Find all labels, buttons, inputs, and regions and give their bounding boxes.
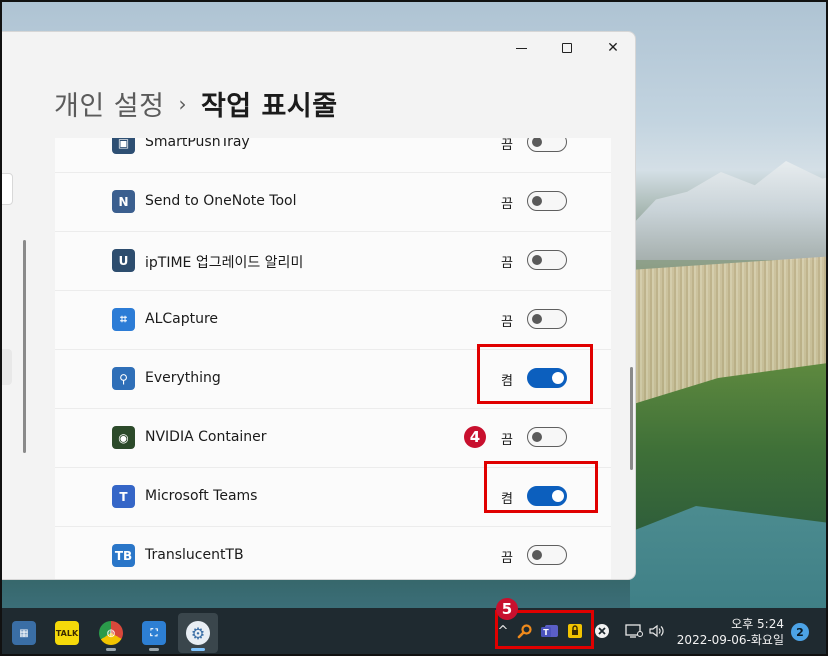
display-icon[interactable] — [625, 622, 643, 640]
notification-badge[interactable]: 2 — [791, 623, 809, 641]
annotation-box-teams — [484, 461, 598, 513]
taskbar-app-button[interactable]: TALK — [47, 613, 87, 653]
wallpaper-mountains — [630, 161, 828, 260]
annotation-step-4: 4 — [464, 426, 486, 448]
app-row: N Send to OneNote Tool 끔 — [55, 173, 611, 232]
app-name-label: Microsoft Teams — [145, 488, 258, 504]
calculator-icon: ▦ — [12, 621, 36, 645]
volume-icon[interactable] — [648, 622, 666, 640]
toggle-state-label: 끔 — [501, 197, 513, 212]
toggle-knob — [532, 550, 542, 560]
app-name-label: NVIDIA Container — [145, 429, 267, 445]
minimize-icon — [515, 47, 527, 49]
breadcrumb-separator-icon: › — [178, 91, 187, 116]
toggle-knob — [532, 138, 542, 147]
taskbar-clock[interactable]: 오후 5:24 2022-09-06-화요일 — [676, 616, 784, 648]
onenote-tool-icon: N — [112, 190, 135, 213]
close-button[interactable]: ✕ — [590, 32, 635, 64]
taskbar-app-button[interactable]: ⛶ — [134, 613, 174, 653]
minimize-button[interactable] — [498, 32, 544, 64]
page-title: 작업 표시줄 — [200, 91, 338, 122]
app-name-label: Send to OneNote Tool — [145, 193, 297, 209]
smartpush-icon: ▣ — [112, 138, 135, 154]
app-toggle-switch[interactable] — [527, 191, 567, 211]
toggle-state-label: 끔 — [501, 315, 513, 330]
app-row: UipTIME 업그레이드 알리미 끔 — [55, 232, 611, 291]
running-indicator — [106, 648, 116, 651]
close-circle-icon[interactable] — [593, 622, 611, 640]
app-row: ▣ SmartPushTray 끔 — [55, 138, 611, 173]
toggle-state-label: 끔 — [501, 256, 513, 271]
sidebar-scrollbar[interactable] — [23, 240, 26, 453]
close-icon: ✕ — [607, 40, 619, 56]
settings-gear-icon: ⚙ — [186, 621, 210, 645]
everything-icon: ⚲ — [112, 367, 135, 390]
nvidia-icon: ◉ — [112, 426, 135, 449]
running-indicator — [149, 648, 159, 651]
capture-app-icon: ⛶ — [142, 621, 166, 645]
app-toggle-switch[interactable] — [527, 309, 567, 329]
app-name-label: Everything — [145, 370, 221, 386]
clock-time: 오후 5:24 — [731, 617, 784, 631]
breadcrumb-parent[interactable]: 개인 설정 — [54, 84, 164, 123]
content-scrollbar[interactable] — [630, 367, 633, 470]
iptime-icon: U — [112, 249, 135, 272]
toggle-state-label: 끔 — [501, 433, 513, 448]
toggle-knob — [532, 196, 542, 206]
toggle-state-label: 끔 — [501, 551, 513, 566]
annotation-step-5: 5 — [496, 598, 518, 620]
taskbar-app-button[interactable]: ◍ — [91, 613, 131, 653]
app-name-label: ipTIME 업그레이드 알리미 — [145, 255, 304, 271]
app-toggle-switch[interactable] — [527, 545, 567, 565]
sidebar-selected-item[interactable] — [0, 349, 12, 385]
app-toggle-switch[interactable] — [527, 250, 567, 270]
toggle-knob — [532, 432, 542, 442]
alcapture-icon: ⌗ — [112, 308, 135, 331]
app-toggle-switch[interactable] — [527, 138, 567, 152]
clock-date: 2022-09-06-화요일 — [676, 633, 784, 647]
maximize-icon — [562, 43, 572, 53]
taskbar-app-button[interactable]: ⚙ — [178, 613, 218, 653]
app-name-label: TranslucentTB — [145, 547, 244, 563]
sidebar-search-box[interactable] — [0, 173, 13, 205]
toggle-knob — [532, 314, 542, 324]
app-toggle-switch[interactable] — [527, 427, 567, 447]
app-row: ⌗ ALCapture 끔 — [55, 291, 611, 350]
translucenttb-icon: TB — [112, 544, 135, 567]
annotation-box-everything — [477, 344, 593, 404]
kakaotalk-icon: TALK — [55, 621, 79, 645]
toggle-state-label: 끔 — [501, 138, 513, 153]
app-row: ◉ NVIDIA Container 끔 — [55, 409, 611, 468]
app-name-label: ALCapture — [145, 311, 219, 327]
running-indicator — [191, 648, 205, 651]
breadcrumb: 개인 설정 › 작업 표시줄 — [54, 84, 338, 123]
maximize-button[interactable] — [544, 32, 590, 64]
chrome-icon: ◍ — [99, 621, 123, 645]
app-row: TB TranslucentTB 끔 — [55, 527, 611, 579]
taskbar-app-button[interactable]: ▦ — [4, 613, 44, 653]
app-name-label: SmartPushTray — [145, 138, 250, 150]
toggle-knob — [532, 255, 542, 265]
teams-icon: T — [112, 485, 135, 508]
taskbar: ▦ TALK ◍ ⛶ ⚙ ^ T 오후 5:24 2022-09-06-화요일 2 — [0, 608, 828, 656]
